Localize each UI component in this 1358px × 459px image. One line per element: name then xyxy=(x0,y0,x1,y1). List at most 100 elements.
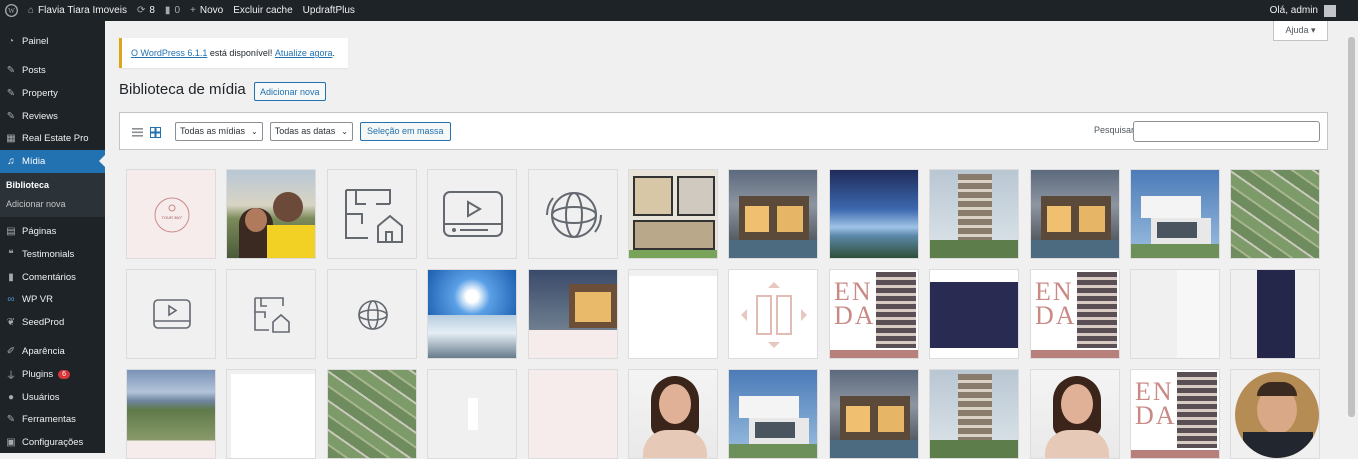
attachment-thumbnail xyxy=(1231,370,1319,458)
media-attachment-tile[interactable] xyxy=(628,169,718,259)
menu-item-configuracoes[interactable]: ▣ Configurações xyxy=(0,431,105,454)
media-attachment-tile[interactable] xyxy=(628,369,718,459)
search-input[interactable] xyxy=(1133,121,1320,142)
media-attachment-tile[interactable] xyxy=(327,369,417,459)
media-attachment-tile[interactable] xyxy=(427,269,517,359)
attachment-thumbnail xyxy=(328,170,416,258)
menu-label: Comentários xyxy=(22,271,76,283)
media-attachment-tile[interactable]: ENDA xyxy=(829,269,919,359)
media-attachment-tile[interactable] xyxy=(728,369,818,459)
pin-icon: ✎ xyxy=(6,110,16,122)
updraftplus-link[interactable]: UpdraftPlus xyxy=(298,0,360,21)
update-now-link[interactable]: Atualize agora xyxy=(275,48,333,58)
menu-item-reviews[interactable]: ✎ Reviews xyxy=(0,105,105,128)
help-button[interactable]: Ajuda ▾ xyxy=(1273,21,1328,41)
menu-item-seedprod[interactable]: ❦ SeedProd xyxy=(0,311,105,334)
attachment-thumbnail xyxy=(328,270,416,358)
menu-item-posts[interactable]: ✎ Posts xyxy=(0,60,105,83)
menu-item-aparencia[interactable]: ✐ Aparência xyxy=(0,341,105,364)
submenu-adicionar-nova[interactable]: Adicionar nova xyxy=(0,195,105,214)
wordpress-version-link[interactable]: O WordPress 6.1.1 xyxy=(131,48,207,58)
menu-item-real-estate-pro[interactable]: ▦ Real Estate Pro xyxy=(0,127,105,150)
media-attachment-tile[interactable] xyxy=(728,269,818,359)
media-type-filter[interactable]: Todas as mídias ⌄ xyxy=(175,121,263,141)
menu-item-midia[interactable]: ♫ Mídia xyxy=(0,149,105,173)
media-attachment-tile[interactable] xyxy=(226,269,316,359)
media-attachment-tile[interactable]: ENDA xyxy=(1130,369,1220,459)
media-attachment-tile[interactable]: ENDA xyxy=(1030,269,1120,359)
page-scrollbar[interactable] xyxy=(1345,21,1358,453)
bulk-select-button[interactable]: Seleção em massa xyxy=(359,121,451,141)
menu-item-property[interactable]: ✎ Property xyxy=(0,82,105,105)
media-attachment-tile[interactable] xyxy=(929,369,1019,459)
media-attachment-tile[interactable] xyxy=(427,369,517,459)
menu-item-plugins[interactable]: ⏚ Plugins 6 xyxy=(0,363,105,386)
media-attachment-tile[interactable] xyxy=(126,269,216,359)
menu-label: Configurações xyxy=(22,436,84,448)
attachment-thumbnail xyxy=(328,370,416,458)
add-new-button[interactable]: Adicionar nova xyxy=(254,82,326,101)
media-attachment-tile[interactable] xyxy=(728,169,818,259)
site-name-link[interactable]: ⌂ Flavia Tiara Imoveis xyxy=(23,0,132,21)
notice-end: . xyxy=(332,48,335,58)
media-attachment-tile[interactable] xyxy=(829,369,919,459)
media-attachment-tile[interactable] xyxy=(126,369,216,459)
media-attachment-tile[interactable] xyxy=(226,369,316,459)
comments-link[interactable]: ▮ 0 xyxy=(160,0,185,21)
date-filter[interactable]: Todas as datas ⌄ xyxy=(269,121,353,141)
media-attachment-tile[interactable] xyxy=(1230,369,1320,459)
media-attachment-tile[interactable] xyxy=(829,169,919,259)
attachment-thumbnail xyxy=(729,170,817,258)
menu-item-usuarios[interactable]: ● Usuários xyxy=(0,386,105,409)
media-attachment-tile[interactable] xyxy=(327,169,417,259)
attachment-thumbnail xyxy=(629,270,717,358)
clear-cache-link[interactable]: Excluir cache xyxy=(228,0,297,21)
menu-item-paginas[interactable]: ▤ Páginas xyxy=(0,221,105,244)
submenu-biblioteca[interactable]: Biblioteca xyxy=(0,176,105,195)
new-content-link[interactable]: + Novo xyxy=(185,0,228,21)
attachment-thumbnail xyxy=(428,270,516,358)
list-view-icon[interactable] xyxy=(132,126,143,137)
media-attachment-tile[interactable] xyxy=(929,169,1019,259)
wordpress-logo-icon[interactable]: W xyxy=(0,0,23,21)
media-attachment-tile[interactable] xyxy=(1230,269,1320,359)
attachment-thumbnail: ENDA xyxy=(1131,370,1219,458)
media-attachment-tile[interactable] xyxy=(327,269,417,359)
media-attachment-tile[interactable] xyxy=(1030,369,1120,459)
scrollbar-thumb[interactable] xyxy=(1348,37,1355,417)
attachment-thumbnail xyxy=(529,370,617,458)
media-attachment-tile[interactable] xyxy=(929,269,1019,359)
media-attachment-tile[interactable] xyxy=(528,269,618,359)
user-icon: ● xyxy=(7,391,15,403)
tile-enda-text: ENDA xyxy=(1135,377,1177,430)
updates-count: 8 xyxy=(149,5,155,16)
media-attachment-tile[interactable] xyxy=(1130,269,1220,359)
attachment-thumbnail xyxy=(629,170,717,258)
menu-item-comentarios[interactable]: ▮ Comentários xyxy=(0,266,105,289)
media-attachment-tile[interactable] xyxy=(226,169,316,259)
updates-link[interactable]: ⟳ 8 xyxy=(132,0,160,21)
attachment-thumbnail xyxy=(1131,170,1219,258)
account-menu[interactable]: Olá, admin xyxy=(1270,4,1358,17)
menu-item-wp-vr[interactable]: ∞ WP VR xyxy=(0,288,105,311)
attachment-thumbnail xyxy=(529,170,617,258)
menu-label: Property xyxy=(22,87,58,99)
media-attachment-tile[interactable]: TOUR 360° xyxy=(126,169,216,259)
media-attachment-tile[interactable] xyxy=(528,169,618,259)
media-attachment-tile[interactable] xyxy=(1130,169,1220,259)
media-attachment-tile[interactable] xyxy=(427,169,517,259)
menu-item-painel[interactable]: ◔ Painel xyxy=(0,30,105,53)
attachment-thumbnail xyxy=(629,370,717,458)
media-attachment-tile[interactable] xyxy=(1030,169,1120,259)
search-label: Pesquisar xyxy=(1094,125,1135,135)
media-attachment-tile[interactable] xyxy=(1230,169,1320,259)
menu-label: Ferramentas xyxy=(22,414,76,426)
menu-item-ferramentas[interactable]: ✎ Ferramentas xyxy=(0,408,105,431)
media-toolbar: Todas as mídias ⌄ Todas as datas ⌄ Seleç… xyxy=(119,112,1328,150)
tile-logo-text: TOUR 360° xyxy=(162,215,183,220)
quote-icon: ❝ xyxy=(8,248,14,260)
media-attachment-tile[interactable] xyxy=(628,269,718,359)
menu-item-testimonials[interactable]: ❝ Testimonials xyxy=(0,243,105,266)
grid-view-icon[interactable] xyxy=(150,126,161,138)
media-attachment-tile[interactable] xyxy=(528,369,618,459)
